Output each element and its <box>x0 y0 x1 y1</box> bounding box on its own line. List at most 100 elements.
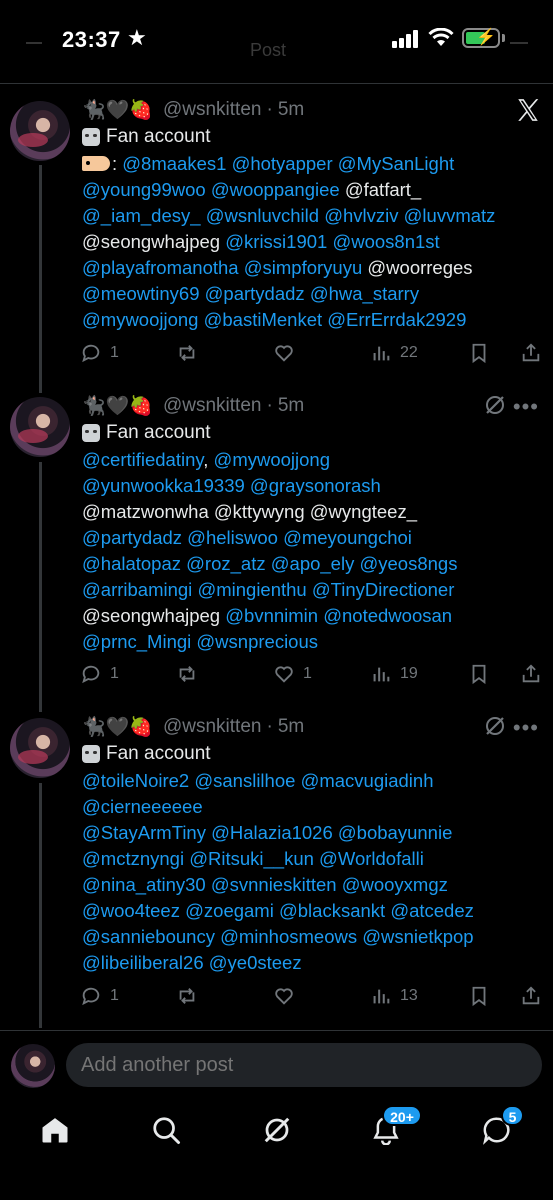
nav-home[interactable] <box>35 1110 75 1150</box>
mention-link[interactable]: @simpforyuyu <box>244 257 363 278</box>
reply-button[interactable]: 1 <box>80 981 119 1011</box>
mention-link[interactable]: @MySanLight <box>338 153 454 174</box>
display-name[interactable]: 🐈‍⬛🖤🍓 <box>82 715 153 739</box>
mention-link[interactable]: @partydadz <box>205 283 305 304</box>
more-options-icon[interactable]: ••• <box>513 394 539 420</box>
handle[interactable]: @wsnkitten <box>163 716 262 738</box>
mention-link[interactable]: @wooyxmgz <box>342 874 448 895</box>
mention-link[interactable]: @arribamingi <box>82 579 192 600</box>
mention-link[interactable]: @ErrErrdak2929 <box>327 309 466 330</box>
mention-link[interactable]: @zoegami <box>185 900 274 921</box>
mention-link[interactable]: @wsnietkpop <box>362 926 473 947</box>
nav-search[interactable] <box>146 1110 186 1150</box>
like-button[interactable] <box>273 338 303 368</box>
search-icon <box>153 1117 180 1144</box>
mention-link[interactable]: @bvnnimin <box>225 605 318 626</box>
repost-button[interactable] <box>176 659 206 689</box>
mention-link[interactable]: @mctznyngi <box>82 848 184 869</box>
mention-link[interactable]: @woo4teez <box>82 900 180 921</box>
display-name[interactable]: 🐈‍⬛🖤🍓 <box>82 394 153 418</box>
like-button[interactable]: 1 <box>273 659 312 689</box>
x-logo-icon[interactable] <box>515 97 541 123</box>
avatar[interactable] <box>10 718 70 778</box>
mention-link[interactable]: @Halazia1026 <box>211 822 333 843</box>
mention-link[interactable]: @yeos8ngs <box>359 553 457 574</box>
mention-link[interactable]: @minhosmeows <box>220 926 357 947</box>
mention-link[interactable]: @playafromanotha <box>82 257 239 278</box>
nav-grok[interactable] <box>257 1110 297 1150</box>
mention-link[interactable]: @luvvmatz <box>404 205 496 226</box>
mention-link[interactable]: @hvlvziv <box>324 205 398 226</box>
views-button[interactable]: 22 <box>370 338 418 368</box>
reply-button[interactable]: 1 <box>80 659 119 689</box>
mention-link[interactable]: @mywoojjong <box>82 309 198 330</box>
more-options-icon[interactable] <box>510 42 528 44</box>
mention-link[interactable]: @sanslilhoe <box>194 770 295 791</box>
mention-link[interactable]: @prnc_Mingi <box>82 631 191 652</box>
bookmark-button[interactable] <box>468 981 490 1011</box>
mention-link[interactable]: @Ritsuki__kun <box>189 848 314 869</box>
mention-link[interactable]: @young99woo <box>82 179 206 200</box>
repost-button[interactable] <box>176 981 206 1011</box>
mention-link[interactable]: @graysonorash <box>250 475 381 496</box>
reply-button[interactable]: 1 <box>80 338 119 368</box>
mention-link[interactable]: @wsnprecious <box>196 631 318 652</box>
add-post-input[interactable] <box>66 1043 542 1087</box>
mention-link[interactable]: @wsnluvchild <box>206 205 319 226</box>
mention-link[interactable]: @hwa_starry <box>310 283 419 304</box>
mention-link[interactable]: @cierneeeeee <box>82 796 203 817</box>
bookmark-icon <box>472 343 486 364</box>
share-button[interactable] <box>520 659 542 689</box>
mention-link[interactable]: @krissi1901 <box>225 231 327 252</box>
views-button[interactable]: 13 <box>370 981 418 1011</box>
mention-link[interactable]: @apo_ely <box>271 553 355 574</box>
mention-link[interactable]: @bastiMenket <box>204 309 323 330</box>
mention-link[interactable]: @Worldofalli <box>319 848 424 869</box>
avatar[interactable] <box>11 1044 55 1088</box>
share-button[interactable] <box>520 338 542 368</box>
mention-link[interactable]: @heliswoo <box>187 527 278 548</box>
mention-link[interactable]: @nina_atiny30 <box>82 874 206 895</box>
mention-link[interactable]: @woos8n1st <box>332 231 439 252</box>
mention-link[interactable]: @meyoungchoi <box>283 527 412 548</box>
mention-link[interactable]: @svnnieskitten <box>211 874 337 895</box>
mention-link[interactable]: @certifiedatiny <box>82 449 203 470</box>
views-button[interactable]: 19 <box>370 659 418 689</box>
mention-link[interactable]: @libeiliberal26 <box>82 952 204 973</box>
mention-link[interactable]: @ye0steez <box>209 952 302 973</box>
grok-icon[interactable] <box>483 393 507 417</box>
avatar[interactable] <box>10 101 70 161</box>
mention-link[interactable]: @sanniebouncy <box>82 926 215 947</box>
mention-link[interactable]: @toileNoire2 <box>82 770 189 791</box>
mention-link[interactable]: @macvugiadinh <box>301 770 434 791</box>
mention-link[interactable]: @partydadz <box>82 527 182 548</box>
grok-icon[interactable] <box>483 714 507 738</box>
bookmark-button[interactable] <box>468 659 490 689</box>
more-options-icon[interactable]: ••• <box>513 715 539 741</box>
back-arrow-icon[interactable] <box>26 42 42 44</box>
share-button[interactable] <box>520 981 542 1011</box>
bookmark-button[interactable] <box>468 338 490 368</box>
mention-link[interactable]: @atcedez <box>390 900 474 921</box>
mention-link[interactable]: @yunwookka19339 <box>82 475 245 496</box>
mention-link[interactable]: @8maakes1 <box>122 153 226 174</box>
mention-link[interactable]: @notedwoosan <box>323 605 452 626</box>
repost-button[interactable] <box>176 338 206 368</box>
mention-link[interactable]: @meowtiny69 <box>82 283 200 304</box>
display-name[interactable]: 🐈‍⬛🖤🍓 <box>82 98 153 122</box>
mention-link[interactable]: @blacksankt <box>279 900 385 921</box>
mention-link[interactable]: @mywoojjong <box>214 449 330 470</box>
mention-link[interactable]: @roz_atz <box>186 553 265 574</box>
avatar[interactable] <box>10 397 70 457</box>
mention-link[interactable]: @_iam_desy_ <box>82 205 201 226</box>
handle[interactable]: @wsnkitten <box>163 395 262 417</box>
like-button[interactable] <box>273 981 303 1011</box>
handle[interactable]: @wsnkitten <box>163 99 262 121</box>
mention-link[interactable]: @wooppangiee <box>211 179 340 200</box>
mention-link[interactable]: @mingienthu <box>197 579 306 600</box>
mention-link[interactable]: @StayArmTiny <box>82 822 206 843</box>
mention-link[interactable]: @TinyDirectioner <box>312 579 455 600</box>
mention-link[interactable]: @bobayunnie <box>338 822 452 843</box>
mention-link[interactable]: @halatopaz <box>82 553 181 574</box>
mention-link[interactable]: @hotyapper <box>232 153 333 174</box>
